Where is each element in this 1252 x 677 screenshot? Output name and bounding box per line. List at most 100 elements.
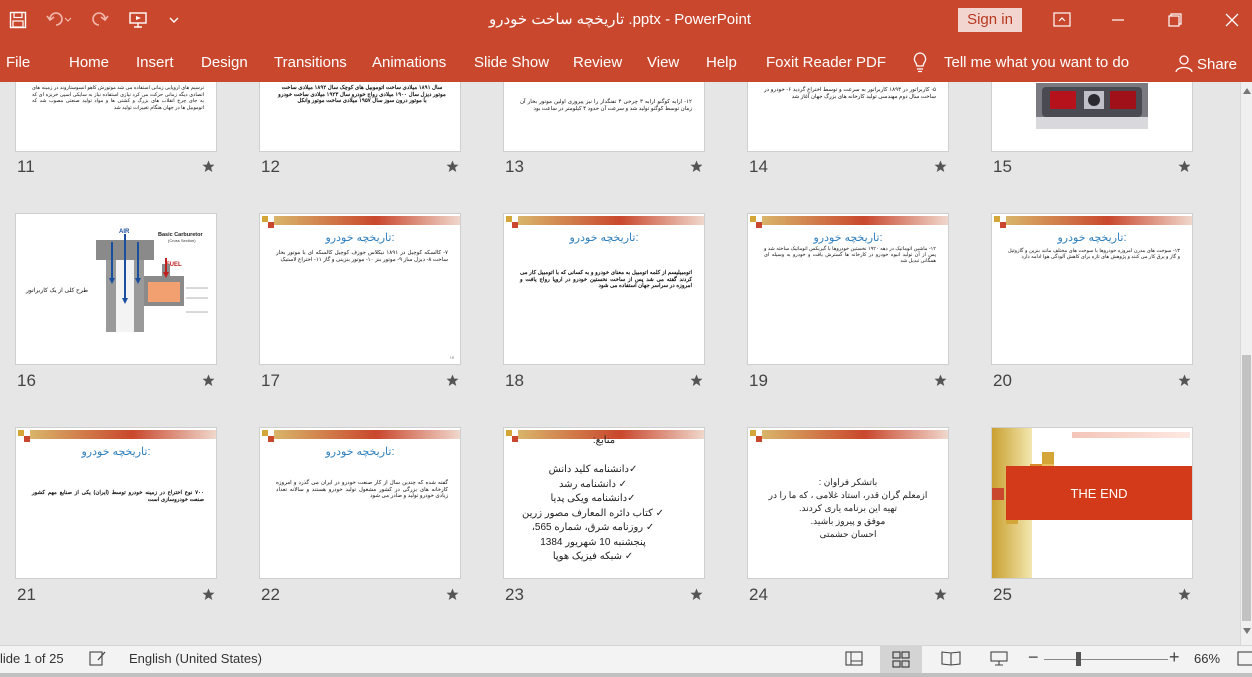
slide-thumbnail-12[interactable]: سال ۱۸۹۱ میلادی ساخت اتوموبیل های کوچک س… <box>259 82 461 152</box>
slide-thumbnail-25[interactable]: THE END <box>991 427 1193 579</box>
zoom-level[interactable]: 66% <box>1194 651 1220 666</box>
slide-thumbnail-23[interactable]: منابع: ✓دانشنامه کلید دانش ✓ دانشنامه رش… <box>503 427 705 579</box>
animation-star-icon <box>1178 374 1191 386</box>
slide-thumbnail-11[interactable]: ترسیم های اروپایی زمانی استفاده می شد مو… <box>15 82 217 152</box>
spelling-check-icon[interactable] <box>89 650 107 667</box>
slide-body: اتومبیلیسم از کلمه اتومبیل به معنای خودر… <box>520 270 692 290</box>
text-line: احسان حشمتی <box>819 529 877 539</box>
slide-number: 22 <box>261 585 280 604</box>
sign-in-button[interactable]: Sign in <box>958 8 1022 32</box>
header-bar <box>274 430 460 439</box>
corner-ornament <box>262 216 274 228</box>
slide-body: ۵- کاربراتور در ۱۸۹۳ کاربراتور به سرعت و… <box>764 87 936 100</box>
tab-slide-show[interactable]: Slide Show <box>474 54 549 71</box>
animation-star-icon <box>202 588 215 600</box>
header-bar <box>1072 432 1190 438</box>
tab-transitions[interactable]: Transitions <box>274 54 347 71</box>
slide-title: منابع: <box>592 435 616 446</box>
zoom-out-button[interactable]: − <box>1028 647 1039 668</box>
corner-ornament <box>994 216 1006 228</box>
tab-review[interactable]: Review <box>573 54 622 71</box>
slide-thumbnail-14[interactable]: ۵- کاربراتور در ۱۸۹۳ کاربراتور به سرعت و… <box>747 82 949 152</box>
minimize-icon[interactable] <box>1102 8 1134 32</box>
scrollbar-thumb[interactable] <box>1242 355 1251 621</box>
fit-to-window-icon[interactable] <box>1237 650 1252 667</box>
tab-animations[interactable]: Animations <box>372 54 446 71</box>
slide-thumbnail-19[interactable]: تاریخچه خودرو: ۱۲- ماشین اتوماتیک در دهه… <box>747 213 949 365</box>
header-bar <box>762 216 948 225</box>
animation-star-icon <box>934 160 947 172</box>
lightbulb-icon[interactable] <box>911 51 929 77</box>
zoom-slider-track[interactable] <box>1044 659 1168 660</box>
header-bar <box>30 430 216 439</box>
tab-insert[interactable]: Insert <box>136 54 174 71</box>
list-item: ✓دانشنامه ویکی پدیا <box>550 493 636 504</box>
animation-star-icon <box>202 160 215 172</box>
reading-view-icon[interactable] <box>941 650 961 667</box>
scroll-up-icon[interactable] <box>1243 88 1251 94</box>
share-person-icon[interactable] <box>1174 53 1194 77</box>
slide-thumbnail-16[interactable]: Basic Carburetor (Cross Section) AIR FUE… <box>15 213 217 365</box>
slide-title: تاریخچه خودرو: <box>813 232 883 244</box>
slide-body: ۱۲- ارابه کوگنو ارابه ۳ چرخی ۴ تفنگدار ر… <box>520 99 692 112</box>
ribbon-display-options-icon[interactable] <box>1046 8 1078 32</box>
animation-star-icon <box>690 588 703 600</box>
slide-thumbnail-17[interactable]: تاریخچه خودرو: ۷- کالسکه کوچیل در ۱۸۹۱ ن… <box>259 213 461 365</box>
slide-thumbnail-18[interactable]: تاریخچه خودرو: اتومبیلیسم از کلمه اتومبی… <box>503 213 705 365</box>
text-line: تهیه این برنامه یاری کردند. <box>798 503 898 513</box>
restore-icon[interactable] <box>1159 8 1191 32</box>
header-bar <box>1006 216 1192 225</box>
thanks-message: باتشکر فراوان : ازمعلم گران قدر، استاد غ… <box>748 476 948 541</box>
status-bar: lide 1 of 25 English (United States) − +… <box>0 645 1252 673</box>
tab-foxit-reader-pdf[interactable]: Foxit Reader PDF <box>766 54 886 71</box>
close-icon[interactable] <box>1216 8 1248 32</box>
animation-star-icon <box>690 160 703 172</box>
slide-title: تاریخچه خودرو: <box>1057 232 1127 244</box>
animation-star-icon <box>934 374 947 386</box>
tab-design[interactable]: Design <box>201 54 248 71</box>
tab-help[interactable]: Help <box>706 54 737 71</box>
list-item: ✓دانشنامه کلید دانش <box>548 464 638 475</box>
slide-title: تاریخچه خودرو: <box>325 446 395 458</box>
zoom-slider-thumb[interactable] <box>1076 652 1081 666</box>
animation-star-icon <box>1178 160 1191 172</box>
slide-number: 15 <box>993 157 1012 176</box>
normal-view-icon[interactable] <box>845 650 863 667</box>
tell-me-search[interactable]: Tell me what you want to do <box>944 54 1129 71</box>
text-line: باتشکر فراوان : <box>818 477 878 487</box>
window-title: تاریخچه ساخت خودرو .pptx - PowerPoint <box>489 11 751 28</box>
slide-thumbnail-22[interactable]: تاریخچه خودرو: گفته شده که چندین سال از … <box>259 427 461 579</box>
slide-thumbnail-20[interactable]: تاریخچه خودرو: ۱۳- سوخت های مدرن امروزه … <box>991 213 1193 365</box>
tab-home[interactable]: Home <box>69 54 109 71</box>
share-button[interactable]: Share <box>1197 56 1237 73</box>
slide-title: تاریخچه خودرو: <box>325 232 395 244</box>
slide-thumbnail-13[interactable]: ۱۲- ارابه کوگنو ارابه ۳ چرخی ۴ تفنگدار ر… <box>503 82 705 152</box>
scroll-down-icon[interactable] <box>1243 628 1251 634</box>
slide-body: ۱۲- ماشین اتوماتیک در دهه ۱۹۲۰ نخستین خو… <box>764 246 936 264</box>
carburetor-diagram <box>96 234 208 332</box>
zoom-in-button[interactable]: + <box>1169 647 1180 668</box>
corner-ornament <box>18 430 30 442</box>
text-line: موفق و پیروز باشید. <box>810 516 886 526</box>
end-text: THE END <box>1070 486 1128 501</box>
vertical-scrollbar[interactable] <box>1240 82 1252 645</box>
slide-number: 25 <box>993 585 1012 604</box>
title-bar: تاریخچه ساخت خودرو .pptx - PowerPoint Si… <box>0 0 1252 40</box>
slide-sorter-view-button[interactable] <box>880 646 922 673</box>
slide-number: 16 <box>17 371 36 390</box>
slide-show-icon[interactable] <box>989 650 1009 667</box>
header-bar <box>762 430 948 439</box>
slide-count: lide 1 of 25 <box>0 651 64 666</box>
animation-star-icon <box>446 160 459 172</box>
animation-star-icon <box>202 374 215 386</box>
slide-thumbnail-15[interactable] <box>991 82 1193 152</box>
slide-thumbnail-21[interactable]: تاریخچه خودرو: ۷۰۰ نوع اختراع در زمینه خ… <box>15 427 217 579</box>
tab-view[interactable]: View <box>647 54 679 71</box>
tab-file[interactable]: File <box>6 54 30 71</box>
text-line: ازمعلم گران قدر، استاد غلامی ، که ما را … <box>768 490 928 500</box>
slide-body: گفته شده که چندین سال از کار صنعت خودرو … <box>276 480 448 500</box>
language-indicator[interactable]: English (United States) <box>129 651 262 666</box>
references-list: ✓دانشنامه کلید دانش ✓ دانشنامه رشد ✓دانش… <box>518 463 668 565</box>
slide-number: 13 <box>505 157 524 176</box>
slide-thumbnail-24[interactable]: باتشکر فراوان : ازمعلم گران قدر، استاد غ… <box>747 427 949 579</box>
